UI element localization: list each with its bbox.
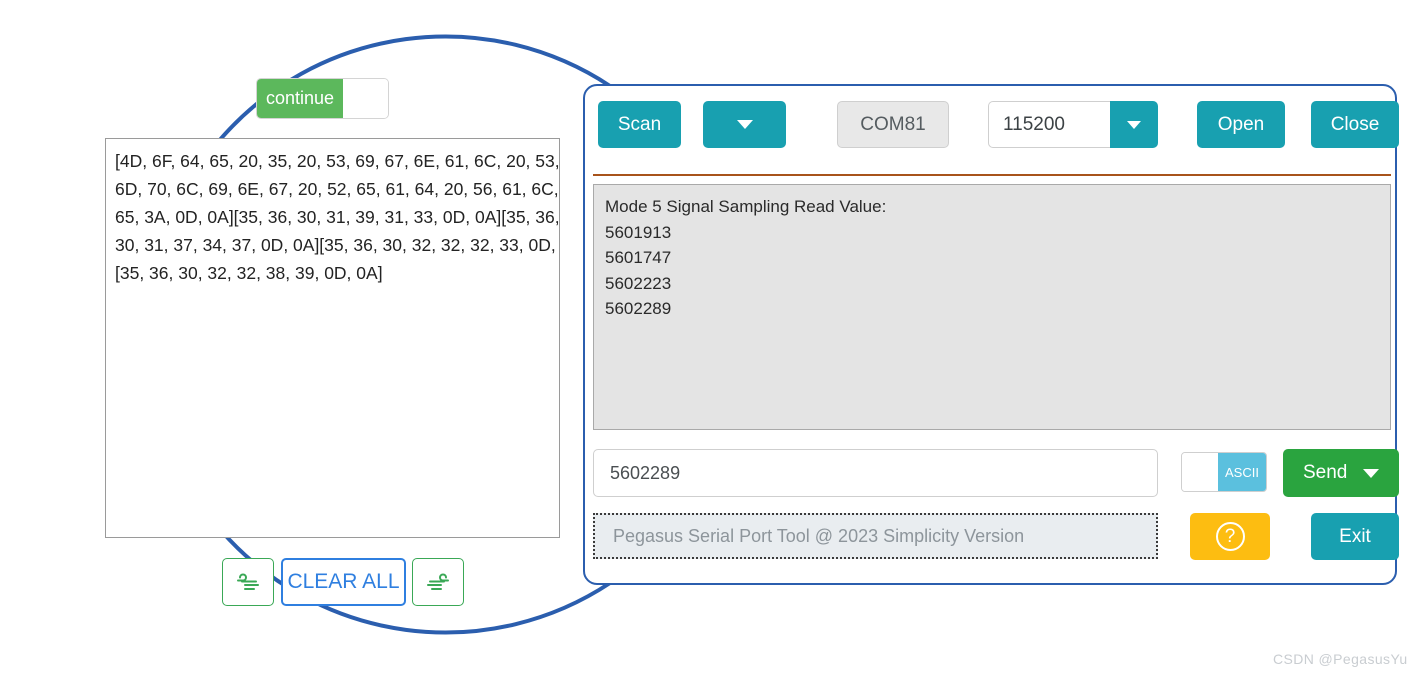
log-line: 5602223 [605,273,672,293]
status-bar: Pegasus Serial Port Tool @ 2023 Simplici… [593,513,1158,559]
exit-button[interactable]: Exit [1311,513,1399,560]
hex-line: 65, 3A, 0D, 0A][35, 36, 30, 31, 39, 31, … [115,207,560,227]
baud-rate-dropdown-button[interactable] [1110,101,1158,148]
ascii-toggle-track [1182,453,1218,491]
continue-toggle-track [343,79,388,118]
hex-line: [35, 36, 30, 32, 32, 38, 39, 0D, 0A] [115,263,383,283]
magnified-region: continue [4D, 6F, 64, 65, 20, 35, 20, 53… [0,0,583,681]
wind-right-icon [427,573,449,590]
baud-rate-input[interactable]: 115200 [988,101,1110,148]
send-button-label: Send [1303,462,1348,483]
clear-all-button[interactable]: CLEAR ALL [281,558,406,606]
ascii-toggle-label: ASCII [1218,453,1266,491]
hex-line: 6D, 70, 6C, 69, 6E, 67, 20, 52, 65, 61, … [115,179,560,199]
scan-button[interactable]: Scan [598,101,681,148]
receive-log-area[interactable]: Mode 5 Signal Sampling Read Value: 56019… [593,184,1391,430]
baud-rate-combo: 115200 [988,101,1158,148]
send-input[interactable]: 5602289 [593,449,1158,497]
chevron-down-icon [736,120,753,129]
chevron-down-icon [1127,120,1141,129]
chevron-down-icon [1363,468,1380,478]
send-controls-row: 5602289 ASCII Send [593,449,1399,497]
continue-toggle[interactable]: continue [256,78,389,119]
hex-line: 30, 31, 37, 34, 37, 0D, 0A][35, 36, 30, … [115,235,560,255]
clear-send-button[interactable] [412,558,464,606]
serial-tool-window: Scan COM81 115200 Open Close Mode 5 Sign… [583,84,1399,585]
close-port-button[interactable]: Close [1311,101,1399,148]
clear-receive-button[interactable] [222,558,274,606]
hex-line: [4D, 6F, 64, 65, 20, 35, 20, 53, 69, 67,… [115,151,560,171]
ascii-hex-toggle[interactable]: ASCII [1181,452,1267,492]
open-port-button[interactable]: Open [1197,101,1285,148]
send-button[interactable]: Send [1283,449,1399,497]
help-button[interactable]: ? [1190,513,1270,560]
connection-toolbar: Scan COM81 115200 Open Close [593,98,1399,154]
hex-data-textarea[interactable]: [4D, 6F, 64, 65, 20, 35, 20, 53, 69, 67,… [105,138,560,538]
question-circle-icon: ? [1215,522,1245,551]
log-line: Mode 5 Signal Sampling Read Value: [605,197,887,216]
wind-left-icon [237,573,259,590]
log-line: 5601747 [605,248,672,267]
clear-controls-group: CLEAR ALL [222,558,468,606]
log-line: 5602289 [605,299,672,318]
log-line: 5601913 [605,222,672,242]
screenshot-stage: continue [4D, 6F, 64, 65, 20, 35, 20, 53… [0,0,1418,681]
toolbar-divider [593,174,1391,176]
com-port-field[interactable]: COM81 [837,101,949,148]
scan-dropdown-button[interactable] [703,101,786,148]
watermark: CSDN @PegasusYu [1273,651,1408,667]
continue-toggle-label: continue [257,79,343,118]
status-row: Pegasus Serial Port Tool @ 2023 Simplici… [593,513,1399,561]
